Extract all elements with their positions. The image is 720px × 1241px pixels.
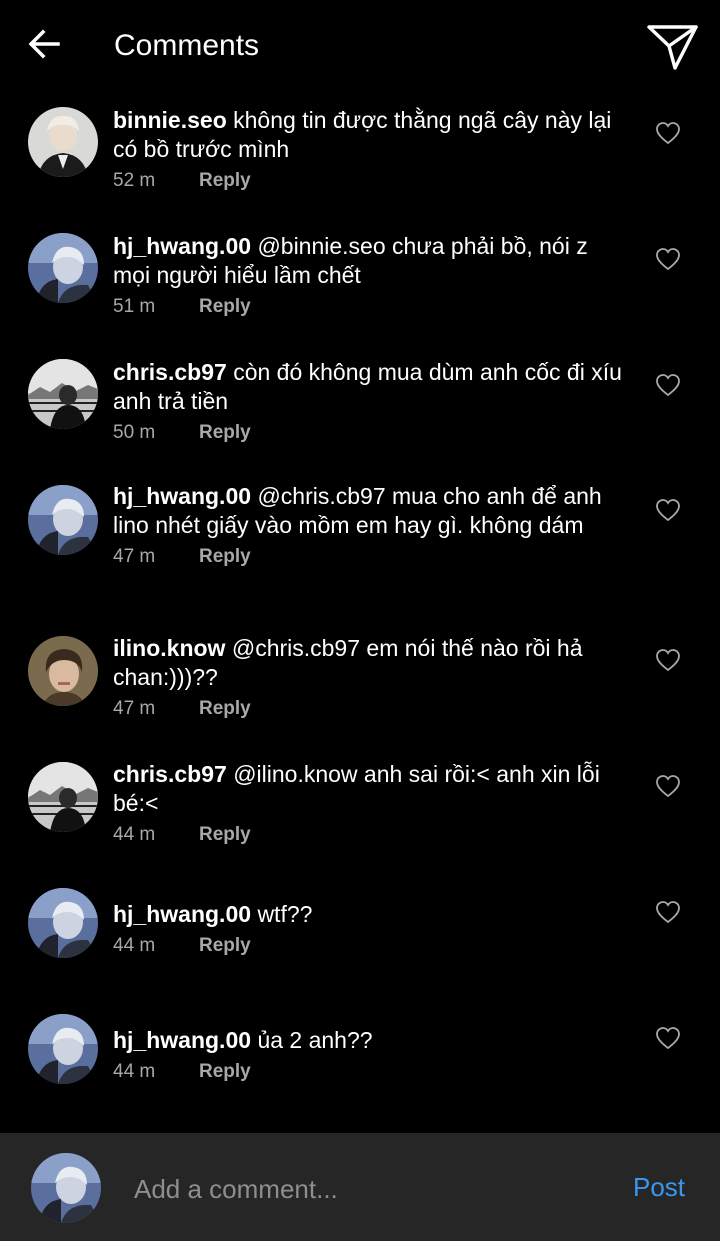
like-button[interactable] xyxy=(654,899,682,925)
heart-icon xyxy=(656,775,680,798)
comment-item: hj_hwang.00 wtf?? 44 m Reply xyxy=(0,873,720,999)
comment-timestamp: 47 m xyxy=(113,698,156,719)
reply-button[interactable]: Reply xyxy=(199,420,251,446)
avatar-chris-cb97 xyxy=(28,762,98,832)
heart-icon xyxy=(656,901,680,924)
like-button[interactable] xyxy=(654,246,682,272)
reply-button[interactable]: Reply xyxy=(199,294,251,320)
comment-item: chris.cb97 còn đó không mua dùm anh cốc … xyxy=(0,344,720,469)
reply-button[interactable]: Reply xyxy=(199,168,251,194)
add-comment-input[interactable] xyxy=(134,1169,604,1209)
post-button[interactable]: Post xyxy=(633,1171,685,1203)
reply-button[interactable]: Reply xyxy=(199,933,251,959)
comment-timestamp: 47 m xyxy=(113,546,156,567)
comment-timestamp: 52 m xyxy=(113,170,156,191)
user-avatar[interactable] xyxy=(28,1014,98,1084)
like-button[interactable] xyxy=(654,120,682,146)
comment-item: hj_hwang.00 @binnie.seo chưa phải bồ, nó… xyxy=(0,218,720,344)
share-button[interactable] xyxy=(644,20,700,72)
heart-icon xyxy=(656,374,680,397)
avatar-binnie-seo xyxy=(28,107,98,177)
avatar-chris-cb97 xyxy=(28,359,98,429)
reply-button[interactable]: Reply xyxy=(199,696,251,722)
heart-icon xyxy=(656,649,680,672)
avatar-hj-hwang xyxy=(28,1014,98,1084)
header-bar: Comments xyxy=(0,0,720,92)
page-title: Comments xyxy=(114,29,260,62)
comment-composer: Post xyxy=(0,1133,720,1241)
heart-icon xyxy=(656,1027,680,1050)
comment-username[interactable]: hj_hwang.00 xyxy=(113,233,251,259)
own-avatar xyxy=(31,1153,101,1223)
paper-plane-icon xyxy=(647,25,698,70)
like-button[interactable] xyxy=(654,647,682,673)
like-button[interactable] xyxy=(654,1025,682,1051)
user-avatar[interactable] xyxy=(28,762,98,832)
user-avatar[interactable] xyxy=(28,233,98,303)
avatar-hj-hwang xyxy=(28,233,98,303)
back-button[interactable] xyxy=(22,24,66,68)
like-button[interactable] xyxy=(654,497,682,523)
heart-icon xyxy=(656,499,680,522)
avatar-ilino-know xyxy=(28,636,98,706)
comment-list: binnie.seo không tin được thằng ngã cây … xyxy=(0,92,720,1125)
arrow-left-icon xyxy=(28,29,60,59)
reply-button[interactable]: Reply xyxy=(199,544,251,570)
comment-username[interactable]: ilino.know xyxy=(113,635,225,661)
reply-button[interactable]: Reply xyxy=(199,822,251,848)
comment-item: binnie.seo không tin được thằng ngã cây … xyxy=(0,92,720,218)
comment-username[interactable]: chris.cb97 xyxy=(113,761,227,787)
comment-timestamp: 44 m xyxy=(113,1061,156,1082)
comment-item: chris.cb97 @ilino.know anh sai rồi:< anh… xyxy=(0,747,720,873)
like-button[interactable] xyxy=(654,372,682,398)
comment-item: hj_hwang.00 ủa 2 anh?? 44 m Reply xyxy=(0,999,720,1125)
comment-timestamp: 44 m xyxy=(113,935,156,956)
avatar-hj-hwang xyxy=(28,485,98,555)
comment-text: ủa 2 anh?? xyxy=(257,1027,373,1053)
comment-username[interactable]: hj_hwang.00 xyxy=(113,483,251,509)
comment-username[interactable]: binnie.seo xyxy=(113,107,227,133)
user-avatar[interactable] xyxy=(28,636,98,706)
comment-timestamp: 44 m xyxy=(113,824,156,845)
comment-username[interactable]: hj_hwang.00 xyxy=(113,1027,251,1053)
comment-timestamp: 51 m xyxy=(113,296,156,317)
comment-item: hj_hwang.00 @chris.cb97 mua cho anh để a… xyxy=(0,469,720,621)
user-avatar[interactable] xyxy=(28,485,98,555)
reply-button[interactable]: Reply xyxy=(199,1059,251,1085)
comment-username[interactable]: hj_hwang.00 xyxy=(113,901,251,927)
user-avatar[interactable] xyxy=(28,107,98,177)
comment-text: wtf?? xyxy=(257,901,313,927)
heart-icon xyxy=(656,248,680,271)
heart-icon xyxy=(656,122,680,145)
comment-timestamp: 50 m xyxy=(113,422,156,443)
avatar-hj-hwang xyxy=(28,888,98,958)
like-button[interactable] xyxy=(654,773,682,799)
user-avatar[interactable] xyxy=(28,888,98,958)
user-avatar[interactable] xyxy=(28,359,98,429)
comment-username[interactable]: chris.cb97 xyxy=(113,359,227,385)
avatar-hj-hwang xyxy=(31,1153,101,1223)
comment-item: ilino.know @chris.cb97 em nói thế nào rồ… xyxy=(0,621,720,747)
